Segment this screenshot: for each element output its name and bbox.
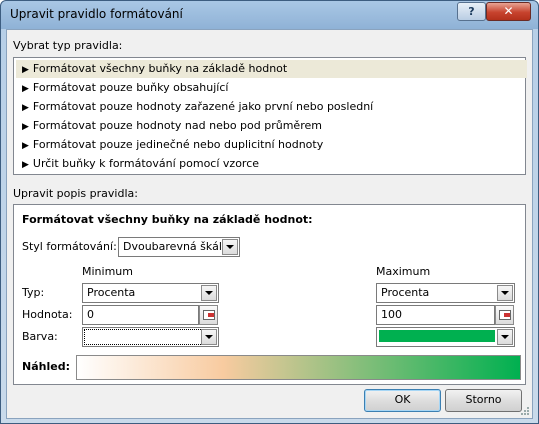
dialog-window: Upravit pravidlo formátování ? ✕ Vybrat … bbox=[0, 0, 539, 424]
style-label: Styl formátování: bbox=[22, 240, 117, 253]
title-bar[interactable]: Upravit pravidlo formátování ? ✕ bbox=[1, 1, 538, 29]
min-value-text: 0 bbox=[87, 308, 94, 321]
close-button[interactable]: ✕ bbox=[486, 2, 531, 21]
max-color-swatch bbox=[379, 330, 495, 342]
ok-button[interactable]: OK bbox=[364, 389, 441, 412]
cancel-button[interactable]: Storno bbox=[445, 389, 522, 412]
chevron-down-icon[interactable] bbox=[497, 329, 513, 345]
help-button[interactable]: ? bbox=[457, 2, 486, 21]
max-value-text: 100 bbox=[381, 308, 402, 321]
max-type-value: Procenta bbox=[381, 286, 430, 299]
min-range-picker-button[interactable] bbox=[199, 305, 218, 325]
max-range-picker-button[interactable] bbox=[495, 305, 514, 325]
rule-type-list[interactable]: ▶ Formátovat všechny buňky na základě hod… bbox=[13, 57, 527, 175]
rule-type-label: Vybrat typ pravidla: bbox=[13, 39, 123, 52]
min-type-dropdown[interactable]: Procenta bbox=[82, 283, 219, 303]
description-label: Upravit popis pravidla: bbox=[13, 187, 138, 200]
min-color-swatch bbox=[85, 330, 199, 342]
arrow-right-icon: ▶ bbox=[22, 122, 29, 132]
chevron-down-icon[interactable] bbox=[201, 329, 217, 345]
rule-description-panel: Formátovat všechny buňky na základě hodn… bbox=[13, 204, 526, 385]
color-label: Barva: bbox=[22, 330, 58, 343]
style-value: Dvoubarevná škála bbox=[123, 240, 229, 253]
close-icon: ✕ bbox=[503, 4, 514, 18]
arrow-right-icon: ▶ bbox=[22, 103, 29, 113]
type-label: Typ: bbox=[22, 286, 45, 299]
chevron-down-icon[interactable] bbox=[201, 285, 217, 301]
preview-gradient bbox=[76, 355, 521, 380]
rule-type-item-label: Formátovat pouze hodnoty nad nebo pod pr… bbox=[32, 119, 322, 132]
chevron-down-icon[interactable] bbox=[497, 285, 513, 301]
preview-label: Náhled: bbox=[22, 360, 70, 373]
max-color-picker[interactable] bbox=[376, 327, 515, 347]
rule-type-item-label: Formátovat pouze buňky obsahující bbox=[32, 81, 229, 94]
min-type-value: Procenta bbox=[87, 286, 136, 299]
maximum-label: Maximum bbox=[376, 265, 431, 278]
dialog-title: Upravit pravidlo formátování bbox=[10, 7, 183, 21]
value-label: Hodnota: bbox=[22, 308, 73, 321]
dialog-client-area: Vybrat typ pravidla: ▶ Formátovat všechny… bbox=[6, 29, 533, 419]
min-color-picker[interactable] bbox=[82, 327, 219, 347]
rule-type-item[interactable]: ▶ Formátovat všechny buňky na základě hod… bbox=[16, 60, 527, 78]
min-value-input[interactable]: 0 bbox=[82, 305, 199, 325]
rule-type-item[interactable]: ▶ Formátovat pouze buňky obsahující bbox=[16, 79, 527, 97]
rule-type-item[interactable]: ▶ Formátovat pouze hodnoty nad nebo pod p… bbox=[16, 117, 527, 135]
arrow-right-icon: ▶ bbox=[22, 141, 29, 151]
style-dropdown[interactable]: Dvoubarevná škála bbox=[118, 237, 240, 257]
arrow-right-icon: ▶ bbox=[22, 84, 29, 94]
rule-type-item-label: Formátovat pouze hodnoty zařazené jako p… bbox=[32, 100, 374, 113]
description-heading: Formátovat všechny buňky na základě hodn… bbox=[22, 213, 313, 226]
rule-type-item-label: Určit buňky k formátování pomocí vzorce bbox=[32, 157, 260, 170]
max-value-input[interactable]: 100 bbox=[376, 305, 495, 325]
max-type-dropdown[interactable]: Procenta bbox=[376, 283, 515, 303]
rule-type-item[interactable]: ▶ Formátovat pouze hodnoty zařazené jako … bbox=[16, 98, 527, 116]
rule-type-item[interactable]: ▶ Určit buňky k formátování pomocí vzorce bbox=[16, 155, 527, 173]
arrow-right-icon: ▶ bbox=[22, 65, 29, 75]
resize-grip-icon[interactable] bbox=[520, 406, 530, 416]
rule-type-item-label: Formátovat pouze jedinečné nebo duplicit… bbox=[32, 138, 324, 151]
rule-type-item-label: Formátovat všechny buňky na základě hodn… bbox=[32, 62, 288, 75]
arrow-right-icon: ▶ bbox=[22, 160, 29, 170]
chevron-down-icon[interactable] bbox=[222, 239, 238, 255]
minimum-label: Minimum bbox=[82, 265, 133, 278]
rule-type-item[interactable]: ▶ Formátovat pouze jedinečné nebo duplici… bbox=[16, 136, 527, 154]
